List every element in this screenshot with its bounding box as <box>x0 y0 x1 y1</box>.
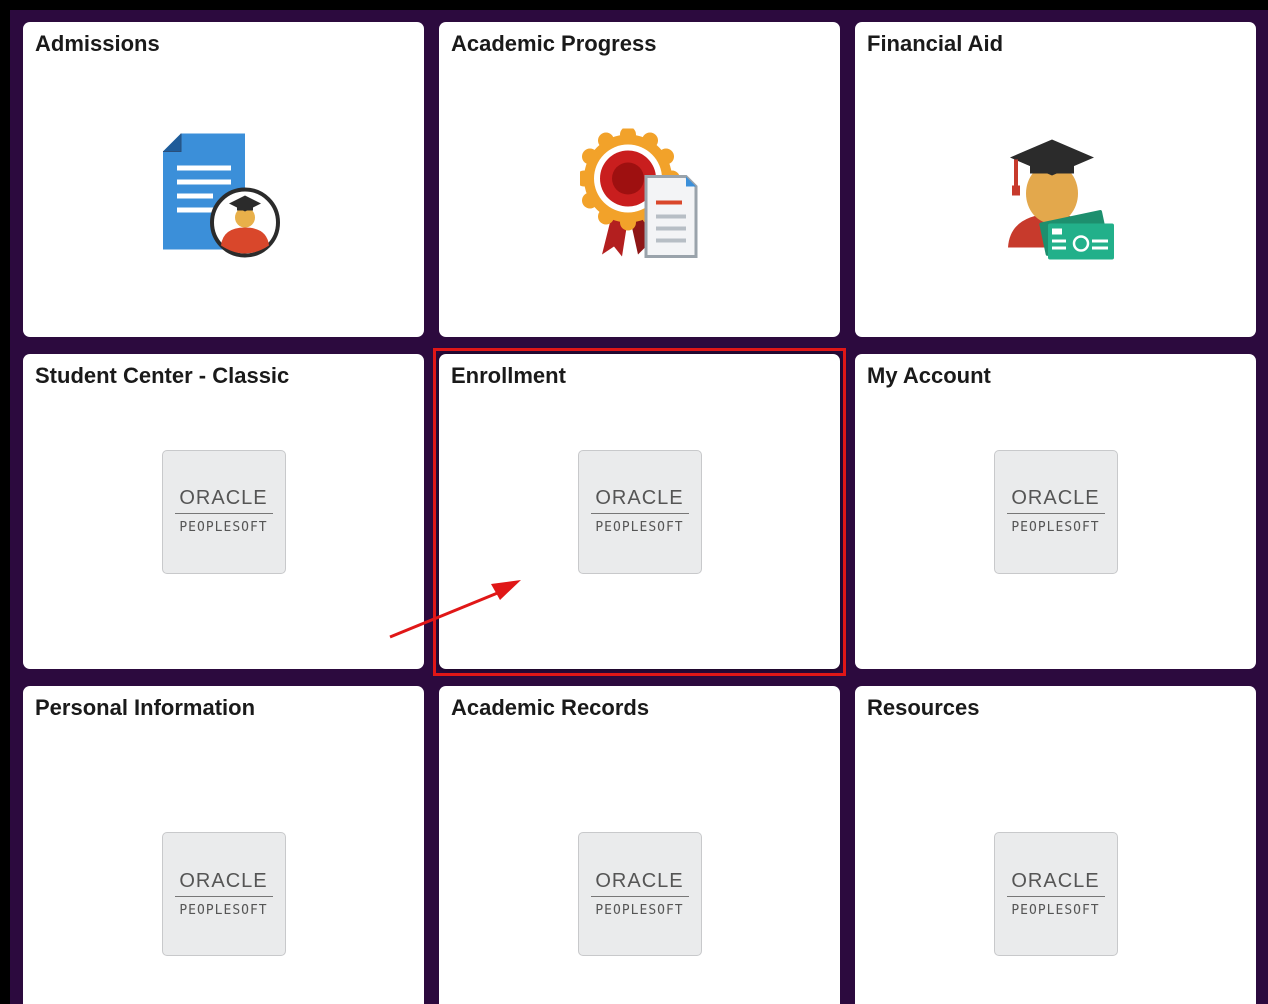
oracle-peoplesoft-logo: ORACLE PEOPLESOFT <box>577 832 702 956</box>
peoplesoft-wordmark: PEOPLESOFT <box>1011 520 1100 535</box>
tile-enrollment[interactable]: Enrollment ORACLE PEOPLESOFT <box>439 354 840 669</box>
oracle-peoplesoft-logo: ORACLE PEOPLESOFT <box>161 832 286 956</box>
tile-financial-aid[interactable]: Financial Aid <box>855 22 1256 337</box>
oracle-wordmark: ORACLE <box>590 871 689 897</box>
tile-personal-information[interactable]: Personal Information ORACLE PEOPLESOFT <box>23 686 424 1004</box>
tile-title: Academic Records <box>451 695 650 720</box>
oracle-wordmark: ORACLE <box>174 871 273 897</box>
oracle-wordmark: ORACLE <box>590 488 689 514</box>
oracle-peoplesoft-logo: ORACLE PEOPLESOFT <box>993 832 1118 956</box>
graduate-money-icon <box>996 130 1116 267</box>
tile-title: Personal Information <box>35 695 256 720</box>
peoplesoft-wordmark: PEOPLESOFT <box>179 520 268 535</box>
tile-academic-progress[interactable]: Academic Progress <box>439 22 840 337</box>
tile-resources[interactable]: Resources ORACLE PEOPLESOFT <box>855 686 1256 1004</box>
peoplesoft-wordmark: PEOPLESOFT <box>1011 902 1100 918</box>
tile-my-account[interactable]: My Account ORACLE PEOPLESOFT <box>855 354 1256 669</box>
peoplesoft-wordmark: PEOPLESOFT <box>179 902 268 918</box>
tile-title: Resources <box>867 695 980 720</box>
admissions-document-icon <box>159 130 289 267</box>
oracle-peoplesoft-logo: ORACLE PEOPLESOFT <box>577 449 702 574</box>
tile-academic-records[interactable]: Academic Records ORACLE PEOPLESOFT <box>439 686 840 1004</box>
oracle-peoplesoft-logo: ORACLE PEOPLESOFT <box>993 449 1118 574</box>
tile-title: Student Center - Classic <box>35 363 290 388</box>
tile-student-center-classic[interactable]: Student Center - Classic ORACLE PEOPLESO… <box>23 354 424 669</box>
tile-title: Academic Progress <box>451 31 657 56</box>
oracle-peoplesoft-logo: ORACLE PEOPLESOFT <box>161 449 286 574</box>
award-ribbon-document-icon <box>575 126 700 268</box>
tile-title: Admissions <box>35 31 160 56</box>
peoplesoft-wordmark: PEOPLESOFT <box>595 520 684 535</box>
oracle-wordmark: ORACLE <box>1006 871 1105 897</box>
tile-admissions[interactable]: Admissions <box>23 22 424 337</box>
tile-title: My Account <box>867 363 991 388</box>
oracle-wordmark: ORACLE <box>174 488 273 514</box>
tile-title: Enrollment <box>451 363 566 388</box>
tile-title: Financial Aid <box>867 31 1004 56</box>
oracle-wordmark: ORACLE <box>1006 488 1105 514</box>
peoplesoft-wordmark: PEOPLESOFT <box>595 902 684 918</box>
